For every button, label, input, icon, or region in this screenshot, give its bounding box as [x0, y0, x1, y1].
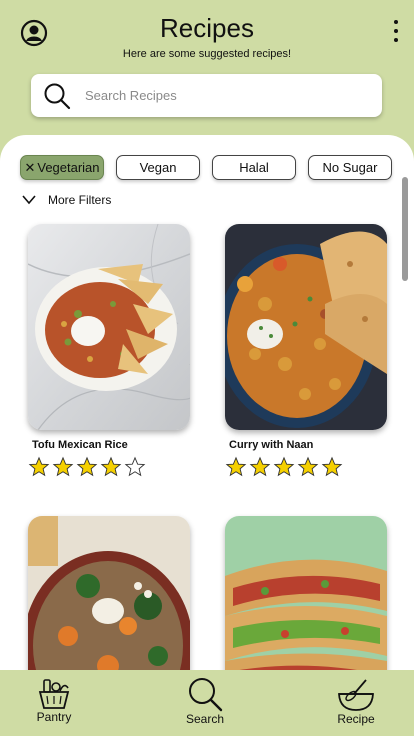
- content-panel: ✕ Vegetarian Vegan Halal No Sugar More F…: [0, 135, 414, 675]
- close-icon[interactable]: ✕: [24, 160, 35, 176]
- pantry-basket-icon: [38, 679, 70, 709]
- bottom-nav: Pantry Search Recipe: [0, 670, 414, 736]
- nav-item-search[interactable]: Search: [186, 676, 224, 726]
- filter-chips: ✕ Vegetarian Vegan Halal No Sugar: [20, 155, 392, 180]
- header: Recipes Here are some suggested recipes!: [0, 0, 414, 140]
- scrollbar[interactable]: [402, 177, 408, 281]
- chip-vegetarian[interactable]: ✕ Vegetarian: [20, 155, 104, 180]
- star-filled-icon: [100, 456, 122, 477]
- star-filled-icon: [225, 456, 247, 477]
- recipe-name[interactable]: Tofu Mexican Rice: [32, 439, 128, 451]
- star-filled-icon: [76, 456, 98, 477]
- recipe-name[interactable]: Curry with Naan: [229, 439, 313, 451]
- chip-vegan[interactable]: Vegan: [116, 155, 200, 180]
- chip-label: Vegan: [139, 160, 177, 175]
- kebab-menu-icon[interactable]: [392, 20, 400, 42]
- nav-label-search: Search: [186, 712, 225, 726]
- nav-item-pantry[interactable]: Pantry: [36, 678, 72, 724]
- chevron-down-icon: [22, 195, 36, 205]
- recipe-card-image[interactable]: [28, 516, 190, 675]
- page-title: Recipes: [160, 13, 254, 43]
- star-filled-icon: [273, 456, 295, 477]
- star-filled-icon: [321, 456, 343, 477]
- star-filled-icon: [297, 456, 319, 477]
- stacked-pita-wraps-image: [225, 516, 387, 675]
- star-filled-icon: [249, 456, 271, 477]
- search-input[interactable]: [85, 88, 345, 103]
- search-bar[interactable]: [31, 74, 382, 117]
- curry-with-naan-image: [225, 224, 387, 430]
- nav-label-recipe: Recipe: [337, 712, 375, 726]
- nav-item-recipe[interactable]: Recipe: [336, 678, 376, 726]
- recipe-card-image[interactable]: [28, 224, 190, 430]
- recipe-card-image[interactable]: [225, 224, 387, 430]
- page-subtitle: Here are some suggested recipes!: [122, 48, 292, 60]
- chip-label: No Sugar: [322, 160, 378, 175]
- chip-label: Halal: [239, 160, 269, 175]
- search-icon: [44, 83, 71, 109]
- star-filled-icon: [28, 456, 50, 477]
- search-icon: [189, 678, 223, 712]
- roasted-vegetable-grain-bowl-image: [28, 516, 190, 675]
- rating-stars: [28, 456, 146, 478]
- recipe-card-image[interactable]: [225, 516, 387, 675]
- tofu-mexican-rice-image: [28, 224, 190, 430]
- nav-label-pantry: Pantry: [36, 710, 72, 724]
- more-filters-label: More Filters: [48, 193, 112, 207]
- rating-stars: [225, 456, 343, 478]
- more-filters-toggle[interactable]: More Filters: [22, 193, 111, 207]
- star-filled-icon: [52, 456, 74, 477]
- mixing-bowl-whisk-icon: [338, 679, 374, 711]
- chip-halal[interactable]: Halal: [212, 155, 296, 180]
- chip-label: Vegetarian: [37, 160, 100, 175]
- star-empty-icon: [124, 456, 146, 477]
- chip-no-sugar[interactable]: No Sugar: [308, 155, 392, 180]
